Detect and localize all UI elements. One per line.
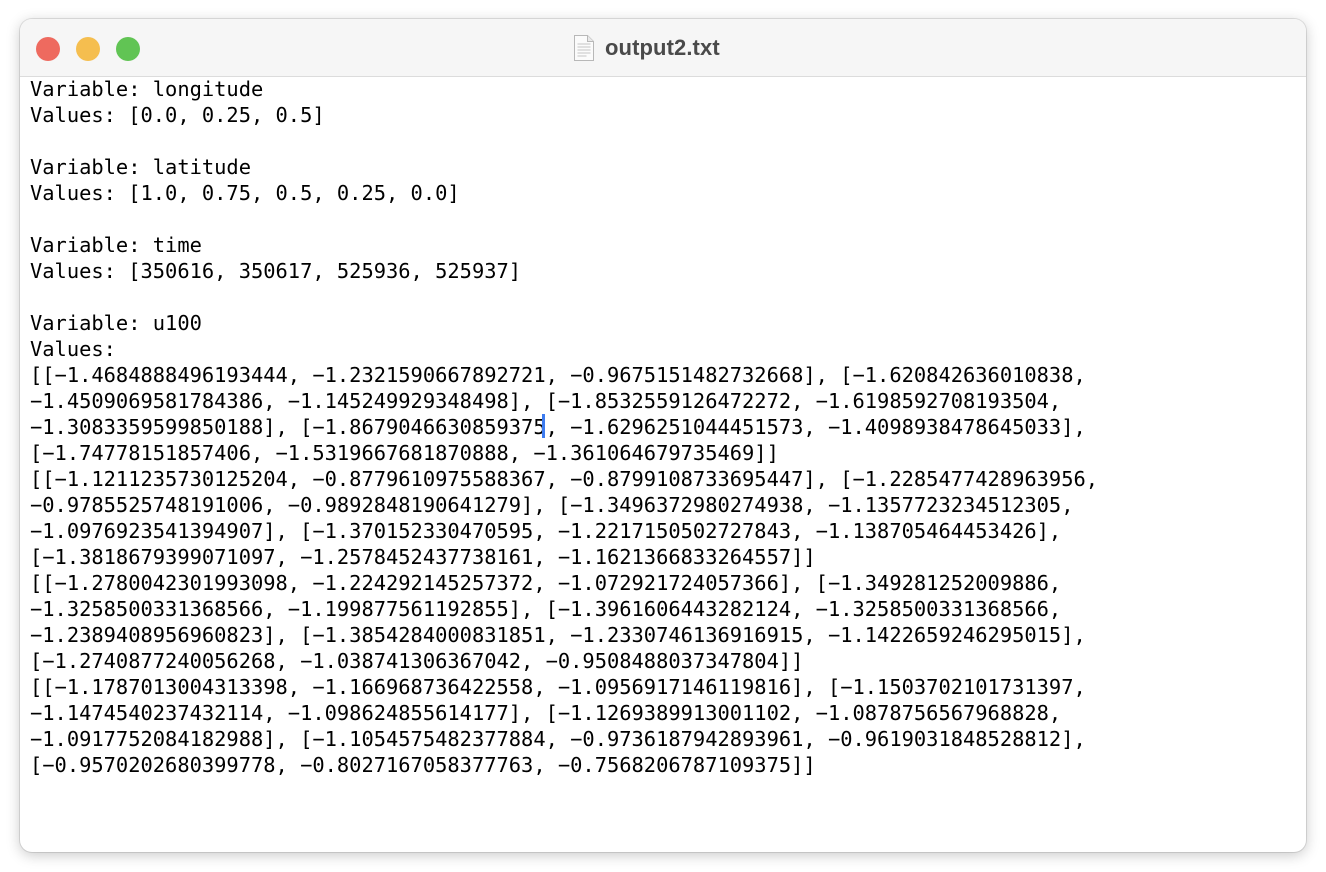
text-line[interactable]: [−0.9570202680399778, −0.802716705837776… (30, 752, 816, 778)
text-editor-window: output2.txt Variable: longitude Values: … (20, 19, 1306, 852)
window-title-area: output2.txt (573, 32, 720, 64)
text-line[interactable]: Variable: u100 (30, 310, 202, 336)
text-line[interactable]: [[−1.4684888496193444, −1.23215906678927… (30, 362, 1086, 388)
text-line[interactable]: −1.2389408956960823], [−1.38542840008318… (30, 622, 1086, 648)
text-line[interactable]: −1.1474540237432114, −1.098624855614177]… (30, 700, 1061, 726)
text-line[interactable]: Values: [350616, 350617, 525936, 525937] (30, 258, 521, 284)
title-bar[interactable]: output2.txt (20, 19, 1306, 77)
text-document-icon (574, 35, 594, 61)
window-title: output2.txt (605, 35, 720, 60)
minimize-window-button[interactable] (76, 37, 100, 61)
close-window-button[interactable] (36, 37, 60, 61)
text-line[interactable]: −1.4509069581784386, −1.145249929348498]… (30, 388, 1061, 414)
text-line[interactable]: −1.3083359599850188], [−1.86790466308593… (30, 414, 1086, 440)
text-line[interactable]: [[−1.1787013004313398, −1.16696873642255… (30, 674, 1086, 700)
text-line[interactable]: [[−1.2780042301993098, −1.22429214525737… (30, 570, 1061, 596)
text-line[interactable]: [−1.74778151857406, −1.5319667681870888,… (30, 440, 779, 466)
text-line[interactable]: −1.0917752084182988], [−1.10545754823778… (30, 726, 1086, 752)
text-line[interactable]: Values: [1.0, 0.75, 0.5, 0.25, 0.0] (30, 180, 460, 206)
text-line[interactable]: −0.9785525748191006, −0.9892848190641279… (30, 492, 1073, 518)
text-line[interactable]: −1.3258500331368566, −1.199877561192855]… (30, 596, 1061, 622)
text-line[interactable]: Variable: latitude (30, 154, 251, 180)
text-cursor (542, 414, 545, 438)
text-line[interactable]: [−1.2740877240056268, −1.038741306367042… (30, 648, 803, 674)
text-line[interactable]: Values: [0.0, 0.25, 0.5] (30, 102, 325, 128)
text-line[interactable]: Values: (30, 336, 116, 362)
text-line[interactable]: [−1.3818679399071097, −1.257845243773816… (30, 544, 816, 570)
text-line[interactable]: Variable: longitude (30, 76, 263, 102)
text-line[interactable]: [[−1.1211235730125204, −0.87796109755883… (30, 466, 1098, 492)
zoom-window-button[interactable] (116, 37, 140, 61)
text-line[interactable]: −1.0976923541394907], [−1.37015233047059… (30, 518, 1061, 544)
text-editor-content[interactable]: Variable: longitude Values: [0.0, 0.25, … (30, 76, 1300, 846)
text-line[interactable]: Variable: time (30, 232, 202, 258)
